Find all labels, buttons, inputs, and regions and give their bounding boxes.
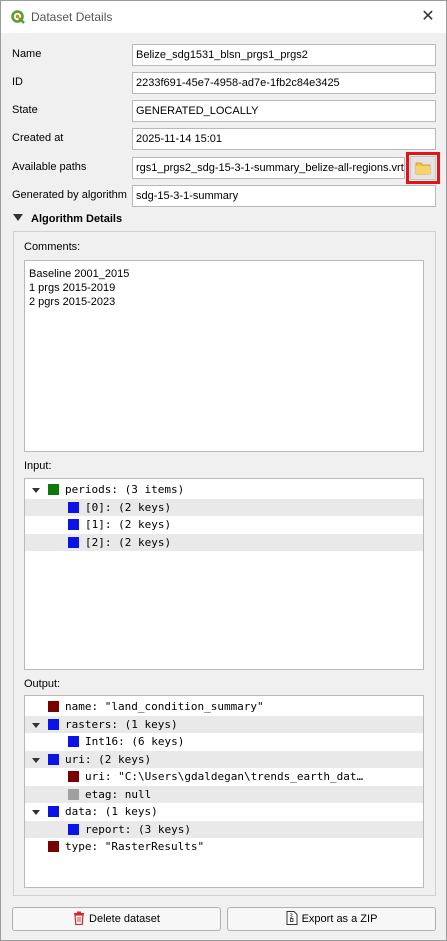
name-label: Name: [12, 48, 42, 60]
type-square-icon: [68, 823, 79, 835]
created-label: Created at: [12, 132, 64, 144]
paths-row: Available paths rgs1_prgs2_sdg-15-3-1-su…: [11, 157, 436, 179]
algorithm-field[interactable]: sdg-15-3-1-summary: [132, 185, 436, 207]
tree-row-text: [1]: (2 keys): [85, 518, 172, 531]
comment-line: 2 pgrs 2015-2023: [29, 296, 116, 308]
tree-row[interactable]: type: "RasterResults": [25, 838, 423, 856]
tree-row[interactable]: etag: null: [25, 785, 423, 803]
tree-row-text: report: (3 keys): [85, 822, 191, 836]
tree-row[interactable]: [2]: (2 keys): [25, 533, 423, 551]
export-zip-button[interactable]: Export as a ZIP: [227, 907, 436, 931]
delete-dataset-label: Delete dataset: [89, 913, 160, 925]
state-field[interactable]: GENERATED_LOCALLY: [132, 100, 436, 122]
type-square-icon: [48, 806, 59, 817]
folder-button-highlight: [406, 152, 440, 184]
tree-row[interactable]: uri: "C:\Users\gdaldegan\trends_earth_da…: [25, 768, 423, 786]
output-label: Output:: [24, 678, 61, 690]
id-field[interactable]: 2233f691-45e7-4958-ad7e-1fb2c84e3425: [132, 72, 436, 94]
expand-down-icon[interactable]: [32, 481, 42, 498]
type-square-icon: [48, 484, 59, 495]
window-title: Dataset Details: [31, 10, 113, 24]
expand-down-icon[interactable]: [32, 751, 42, 768]
tree-row[interactable]: [1]: (2 keys): [25, 516, 423, 534]
name-field[interactable]: Belize_sdg1531_blsn_prgs1_prgs2: [132, 44, 436, 66]
tree-row-text: periods: (3 items): [65, 483, 185, 496]
name-row: Name Belize_sdg1531_blsn_prgs1_prgs2: [11, 44, 436, 66]
tree-row[interactable]: name: "land_condition_summary": [25, 698, 423, 716]
tree-row[interactable]: report: (3 keys): [25, 820, 423, 838]
close-icon[interactable]: ✕: [416, 5, 440, 29]
tree-row-text: data: (1 keys): [65, 805, 158, 818]
tree-row[interactable]: uri: (2 keys): [25, 750, 423, 768]
tree-row-text: type: "RasterResults": [65, 840, 205, 853]
state-row: State GENERATED_LOCALLY: [11, 100, 436, 122]
type-square-icon: [68, 788, 79, 800]
comments-text: Baseline 2001_2015 1 prgs 2015-2019 2 pg…: [29, 267, 129, 309]
type-square-icon: [68, 771, 79, 782]
algorithm-label: Generated by algorithm: [12, 189, 127, 201]
comment-line: 1 prgs 2015-2019: [29, 282, 116, 294]
comments-box[interactable]: Baseline 2001_2015 1 prgs 2015-2019 2 pg…: [24, 260, 424, 452]
tree-row-text: Int16: (6 keys): [85, 735, 185, 748]
trash-icon: [74, 911, 85, 925]
tree-row-text: uri: "C:\Users\gdaldegan\trends_earth_da…: [85, 770, 364, 783]
output-tree[interactable]: name: "land_condition_summary" rasters: (…: [24, 695, 424, 888]
state-label: State: [12, 104, 38, 116]
input-label: Input:: [24, 460, 52, 472]
paths-label: Available paths: [12, 161, 87, 173]
input-tree[interactable]: periods: (3 items) [0]: (2 keys) [1]: (2 k…: [24, 478, 424, 670]
delete-dataset-button[interactable]: Delete dataset: [12, 907, 221, 931]
tree-row-text: etag: null: [85, 787, 152, 801]
tree-row[interactable]: rasters: (1 keys): [25, 715, 423, 733]
algorithm-details-toggle[interactable]: Algorithm Details: [13, 213, 122, 229]
comments-label: Comments:: [24, 241, 81, 253]
tree-row[interactable]: Int16: (6 keys): [25, 733, 423, 751]
id-row: ID 2233f691-45e7-4958-ad7e-1fb2c84e3425: [11, 72, 436, 94]
collapse-arrow-icon: [13, 214, 23, 221]
type-square-icon: [68, 736, 79, 747]
comment-line: Baseline 2001_2015: [29, 268, 130, 280]
qgis-logo-icon: [11, 10, 25, 24]
created-field[interactable]: 2025-11-14 15:01: [132, 128, 436, 150]
tree-row-text: uri: (2 keys): [65, 752, 152, 766]
expand-down-icon[interactable]: [32, 803, 42, 820]
type-square-icon: [48, 701, 59, 712]
tree-row[interactable]: [0]: (2 keys): [25, 498, 423, 516]
tree-row-text: rasters: (1 keys): [65, 717, 178, 731]
tree-row[interactable]: data: (1 keys): [25, 803, 423, 821]
title-bar: Dataset Details ✕: [1, 1, 446, 33]
zip-file-icon: [286, 911, 298, 925]
expand-down-icon[interactable]: [32, 716, 42, 733]
type-square-icon: [68, 536, 79, 548]
paths-field[interactable]: rgs1_prgs2_sdg-15-3-1-summary_belize-all…: [132, 157, 405, 179]
type-square-icon: [48, 718, 59, 730]
type-square-icon: [48, 753, 59, 765]
created-row: Created at 2025-11-14 15:01: [11, 128, 436, 150]
algorithm-row: Generated by algorithm sdg-15-3-1-summar…: [11, 185, 436, 207]
type-square-icon: [68, 501, 79, 513]
type-square-icon: [48, 841, 59, 852]
tree-row-text: name: "land_condition_summary": [65, 700, 264, 713]
export-zip-label: Export as a ZIP: [301, 913, 378, 925]
tree-row[interactable]: periods: (3 items): [25, 481, 423, 499]
tree-row-text: [0]: (2 keys): [85, 500, 172, 514]
tree-row-text: [2]: (2 keys): [85, 535, 172, 549]
id-label: ID: [12, 76, 23, 88]
dataset-details-dialog: Dataset Details ✕ Name Belize_sdg1531_bl…: [0, 0, 447, 941]
type-square-icon: [68, 519, 79, 530]
algorithm-details-heading: Algorithm Details: [31, 213, 123, 225]
